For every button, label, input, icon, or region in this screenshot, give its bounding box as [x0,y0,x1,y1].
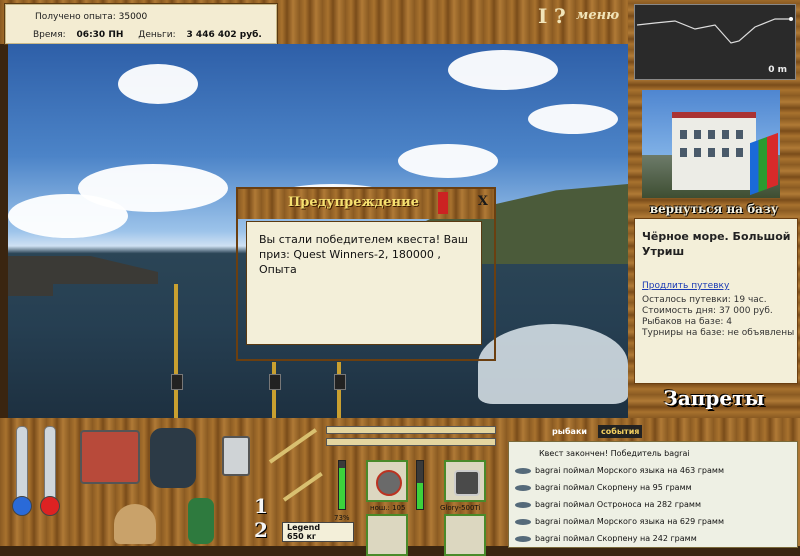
base-info-panel: Чёрное море. Большой Утриш Продлить путе… [634,218,798,384]
bait-slot[interactable] [444,514,486,556]
line-weight-box: Legend 650 кг [282,522,354,542]
close-button[interactable]: X [478,194,488,209]
hook-slot[interactable] [366,514,408,556]
phone-icon[interactable] [222,436,250,476]
warning-dialog: Предупреждение X Вы стали победителем кв… [236,187,496,361]
warning-flag-icon [438,192,448,214]
cloud [118,64,198,104]
base-name: Чёрное море. Большой Утриш [642,230,791,258]
experience-value: 35000 [118,12,148,22]
rod-gauge [338,460,346,510]
bans-button[interactable]: Запреты [634,386,794,410]
time-money-row: Время: 06:30 ПН Деньги: 3 446 402 руб. [33,30,262,40]
rod-slot-track[interactable] [326,426,496,434]
rod-percent: 73% [334,514,350,522]
time-label: Время: [33,30,66,40]
fish-icon [515,467,531,474]
reel-icon [171,374,183,390]
events-panel: рыбаки события Квест закончен! Победител… [508,423,798,548]
depth-map[interactable]: 0 m [634,4,796,80]
right-panel: 0 m вернуться на базу Чёрное море. Больш… [628,0,800,418]
tackle-box-icon[interactable] [80,430,140,484]
backpack-icon[interactable] [150,428,196,488]
money-label: Деньги: [138,30,176,40]
fish-icon [515,535,531,542]
feed-row: bagrai поймал Скорпену на 242 грамм [515,532,697,545]
top-menu: I ? меню [536,4,630,28]
dialog-title: Предупреждение [288,195,419,210]
slot-number-1: 1 [254,494,268,518]
line-slot[interactable] [444,460,486,502]
line-gauge [416,460,424,510]
fishing-rod-3[interactable] [337,362,341,418]
reel-icon [376,470,402,496]
time-value: 06:30 ПН [76,30,124,40]
feed-row: bagrai поймал Остроноса на 282 грамм [515,498,701,511]
cloud [528,104,618,134]
feed-row: Квест закончен! Победитель bagrai [539,449,690,458]
fish-icon [515,484,531,491]
spare-rod-icon[interactable] [268,428,318,464]
base-info-line: Турниры на базе: не объявлены [642,328,795,338]
return-to-base-button[interactable]: вернуться на базу [634,202,794,216]
top-bar: Получено опыта: 35000 Время: 06:30 ПН Де… [0,0,632,45]
feed-row: bagrai поймал Скорпену на 95 грамм [515,481,692,494]
fishing-rod-2[interactable] [272,362,276,418]
fish-icon [515,518,531,525]
base-info-line: Стоимость дня: 37 000 руб. [642,306,773,316]
dialog-header: Предупреждение X [238,189,494,219]
fishing-line-icon [454,470,480,496]
reel-icon [334,374,346,390]
menu-button[interactable]: меню [576,8,619,23]
feed-row: bagrai поймал Морского языка на 463 грам… [515,464,724,477]
dialog-message: Вы стали победителем квеста! Ваш приз: Q… [246,221,482,345]
base-info-line: Рыбаков на базе: 4 [642,317,732,327]
rod-1-icon[interactable] [282,471,323,502]
cloud [398,144,498,178]
flag-icon [750,132,778,196]
keepnet-icon[interactable] [188,498,214,544]
info-button[interactable]: I [538,4,547,28]
base-photo [642,90,780,198]
help-button[interactable]: ? [554,4,566,28]
slot-number-2: 2 [254,518,268,542]
fish-icon [515,501,531,508]
line-label: Glory-500Ti [440,504,481,512]
extend-trip-link[interactable]: Продлить путевку [642,281,729,291]
reel-slot[interactable] [366,460,408,502]
rod-slot-track[interactable] [326,438,496,446]
events-feed[interactable]: Квест закончен! Победитель bagrai bagrai… [508,441,798,548]
base-info-line: Осталось путевки: 19 час. [642,295,767,305]
line-weight-name: Legend [287,523,321,532]
line-weight-value: 650 кг [287,532,317,541]
tab-events[interactable]: события [598,425,643,438]
fishing-rod-1[interactable] [174,284,178,418]
wave-splash [478,324,628,404]
depth-value: 0 m [768,65,787,75]
pier [8,256,158,296]
reel-icon [269,374,281,390]
water-temp-bulb-icon [40,496,60,516]
money-value: 3 446 402 руб. [186,30,262,40]
feed-row: bagrai поймал Морского языка на 629 грам… [515,515,724,528]
air-temp-bulb-icon [12,496,32,516]
tab-fishers[interactable]: рыбаки [552,427,587,436]
cloud [448,50,558,90]
stats-panel: Получено опыта: 35000 Время: 06:30 ПН Де… [4,3,278,45]
experience-row: Получено опыта: 35000 [35,12,147,22]
cloud [8,194,128,238]
basket-icon[interactable] [114,504,156,544]
experience-label: Получено опыта: [35,12,116,22]
reel-label: нош.: 105 [370,504,406,512]
